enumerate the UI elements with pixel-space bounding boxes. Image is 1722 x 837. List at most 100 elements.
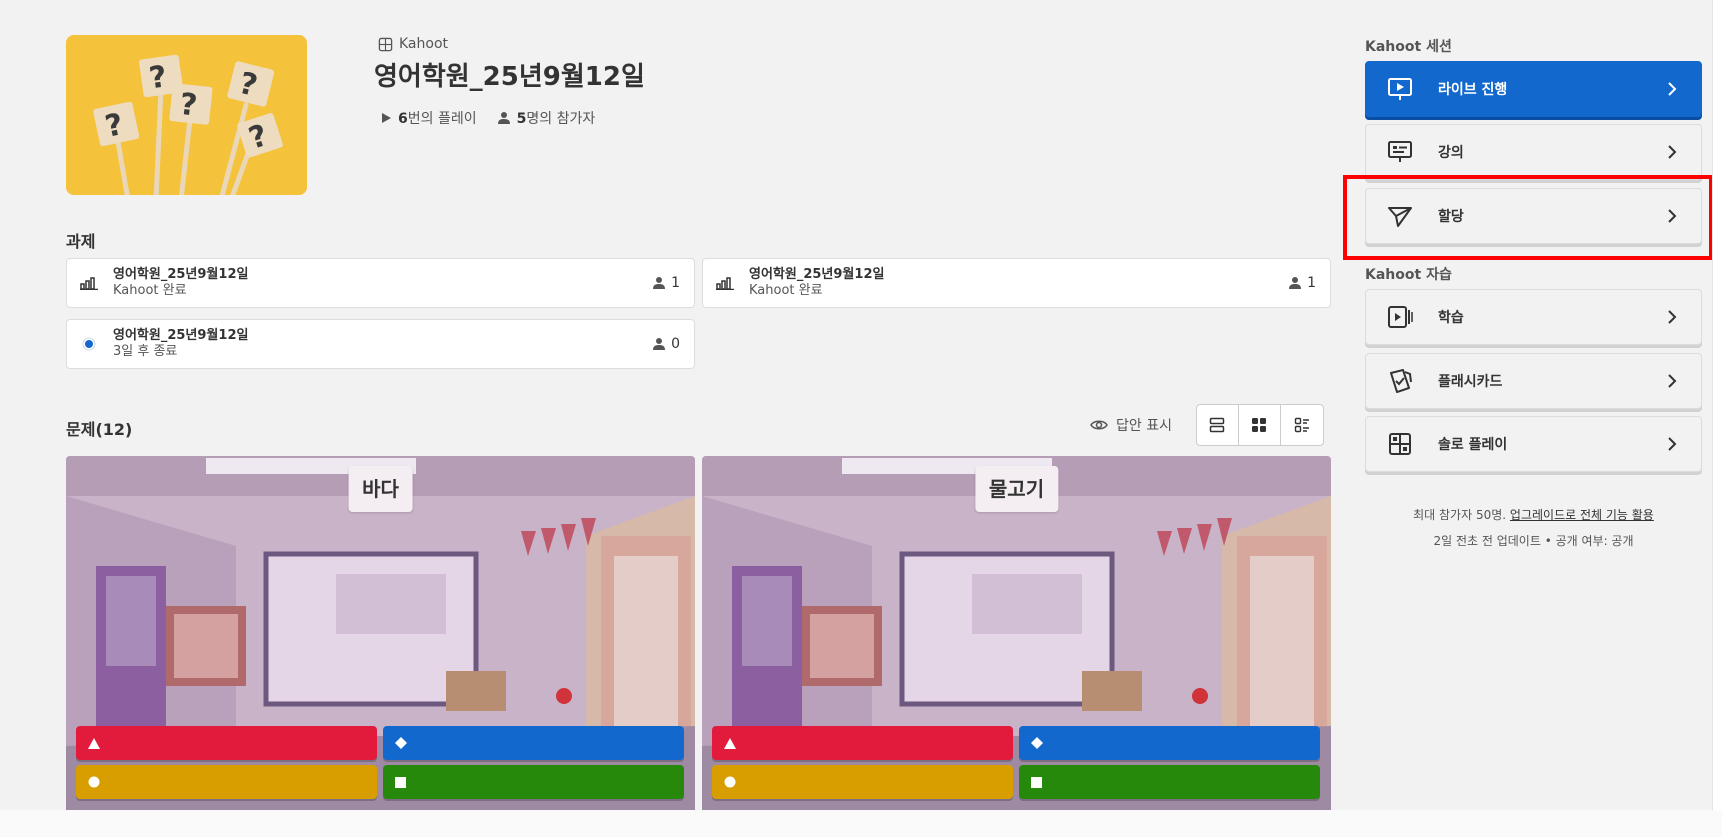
session-heading: Kahoot 세션 [1365,39,1452,55]
kahoot-type-tag: Kahoot [378,36,448,52]
plays-suffix: 번의 플레이 [407,111,477,127]
chevron-right-icon [1668,310,1677,324]
send-paper-plane-icon [1386,202,1414,230]
question-card[interactable]: 바다 [66,456,695,810]
present-screen-icon [1386,75,1414,103]
assignment-count: 1 [671,275,680,291]
triangle-icon [724,737,736,749]
grid-view-button[interactable] [1239,405,1281,445]
plays-stat: 6번의 플레이 [380,108,477,128]
triangle-icon [88,737,100,749]
study-play-icon [1386,303,1414,331]
square-icon [1031,776,1042,788]
bar-chart-icon [79,273,99,293]
assign-button[interactable]: 할당 [1365,188,1702,244]
question-title: 바다 [348,466,413,512]
chevron-right-icon [1668,437,1677,451]
svg-text:?: ? [178,87,199,124]
solo-play-button[interactable]: 솔로 플레이 [1365,416,1702,472]
answer-bar-red [76,726,377,760]
lecture-button[interactable]: 강의 [1365,124,1702,180]
answer-bar-red [712,726,1013,760]
assignment-card[interactable]: 영어학원_25년9월12일 Kahoot 완료 1 [702,258,1331,308]
page-title: 영어학원_25년9월12일 [374,62,645,92]
assign-label: 할당 [1438,209,1464,225]
show-answers-toggle[interactable]: 답안 표시 [1090,415,1172,435]
kahoot-tag-label: Kahoot [399,36,449,52]
plays-count: 6 [398,111,408,127]
grid-view-icon [1252,418,1267,432]
participants-stat: 5명의 참가자 [497,108,596,128]
lecture-board-icon [1386,138,1414,166]
assignment-participants: 1 [1288,275,1316,291]
questions-toolbar: 답안 표시 [1090,404,1324,446]
bar-chart-icon [715,273,735,293]
circle-icon [88,776,100,788]
update-visibility-note: 2일 전초 전 업데이트 • 공개 여부: 공개 [1433,534,1634,548]
live-host-button[interactable]: 라이브 진행 [1365,61,1702,117]
assignment-card[interactable]: 영어학원_25년9월12일 Kahoot 완료 1 [66,258,695,308]
person-icon [497,112,510,124]
answer-bar-blue [1019,726,1320,760]
person-icon [653,277,666,289]
page-scrollbar[interactable] [1712,0,1722,810]
participants-count: 5 [516,111,527,127]
answer-bar-green [383,765,684,799]
list-view-button[interactable] [1197,405,1239,445]
assignment-participants: 1 [652,275,680,291]
list-view-icon [1210,417,1225,433]
play-icon [382,113,391,123]
assignment-name: 영어학원_25년9월12일 [749,267,885,282]
chevron-right-icon [1668,145,1677,159]
diamond-icon [395,737,407,749]
assignment-status: Kahoot 완료 [749,283,823,298]
solo-grid-icon [1386,430,1414,458]
kahoot-stats: 6번의 플레이 5명의 참가자 [380,108,595,128]
chevron-right-icon [1668,82,1677,96]
bottom-strip [0,810,1722,837]
assignment-count: 1 [1307,275,1316,291]
person-icon [1289,277,1302,289]
live-host-label: 라이브 진행 [1438,82,1508,98]
assignment-name: 영어학원_25년9월12일 [113,267,249,282]
question-title: 물고기 [974,466,1059,512]
assignment-status: 3일 후 종료 [113,344,178,359]
assignment-status: Kahoot 완료 [113,283,187,298]
assignment-card[interactable]: 영어학원_25년9월12일 3일 후 종료 0 [66,319,695,369]
answer-bar-blue [383,726,684,760]
assignment-count: 0 [671,336,680,352]
kahoot-cover-image: ? ? ? ? ? [66,35,307,195]
square-icon [395,776,406,788]
study-label: 학습 [1438,310,1464,326]
eye-icon [1090,420,1108,430]
answer-bar-yellow [76,765,377,799]
flashcard-icon [1386,367,1414,395]
flashcards-label: 플래시카드 [1438,374,1503,390]
answer-bar-green [1019,765,1320,799]
view-mode-toggle [1195,404,1324,446]
self-study-heading: Kahoot 자습 [1365,267,1452,283]
question-card[interactable]: 물고기 [702,456,1331,810]
chevron-right-icon [1668,209,1677,223]
assignments-heading: 과제 [66,232,96,251]
study-button[interactable]: 학습 [1365,289,1702,345]
plan-limit-text: 최대 참가자 50명. [1413,508,1507,522]
detail-view-icon [1294,417,1309,433]
chevron-right-icon [1668,374,1677,388]
circle-icon [724,776,736,788]
person-icon [653,338,666,350]
diamond-icon [1031,737,1043,749]
kahoot-detail-page: ? ? ? ? ? Kahoot 영어학원_25년9월12일 6번의 플레이 5… [0,0,1712,810]
active-dot-icon [79,334,99,354]
flashcards-button[interactable]: 플래시카드 [1365,353,1702,409]
kahoot-grid-icon [378,37,393,51]
participants-suffix: 명의 참가자 [526,111,596,127]
plan-limit-note: 최대 참가자 50명. 업그레이드로 전체 기능 활용 [1365,506,1702,523]
answer-bar-yellow [712,765,1013,799]
upgrade-link[interactable]: 업그레이드로 전체 기능 활용 [1510,508,1654,522]
lecture-label: 강의 [1438,145,1464,161]
assignment-name: 영어학원_25년9월12일 [113,328,249,343]
assignment-participants: 0 [652,336,680,352]
detail-view-button[interactable] [1281,405,1323,445]
solo-play-label: 솔로 플레이 [1438,437,1508,453]
